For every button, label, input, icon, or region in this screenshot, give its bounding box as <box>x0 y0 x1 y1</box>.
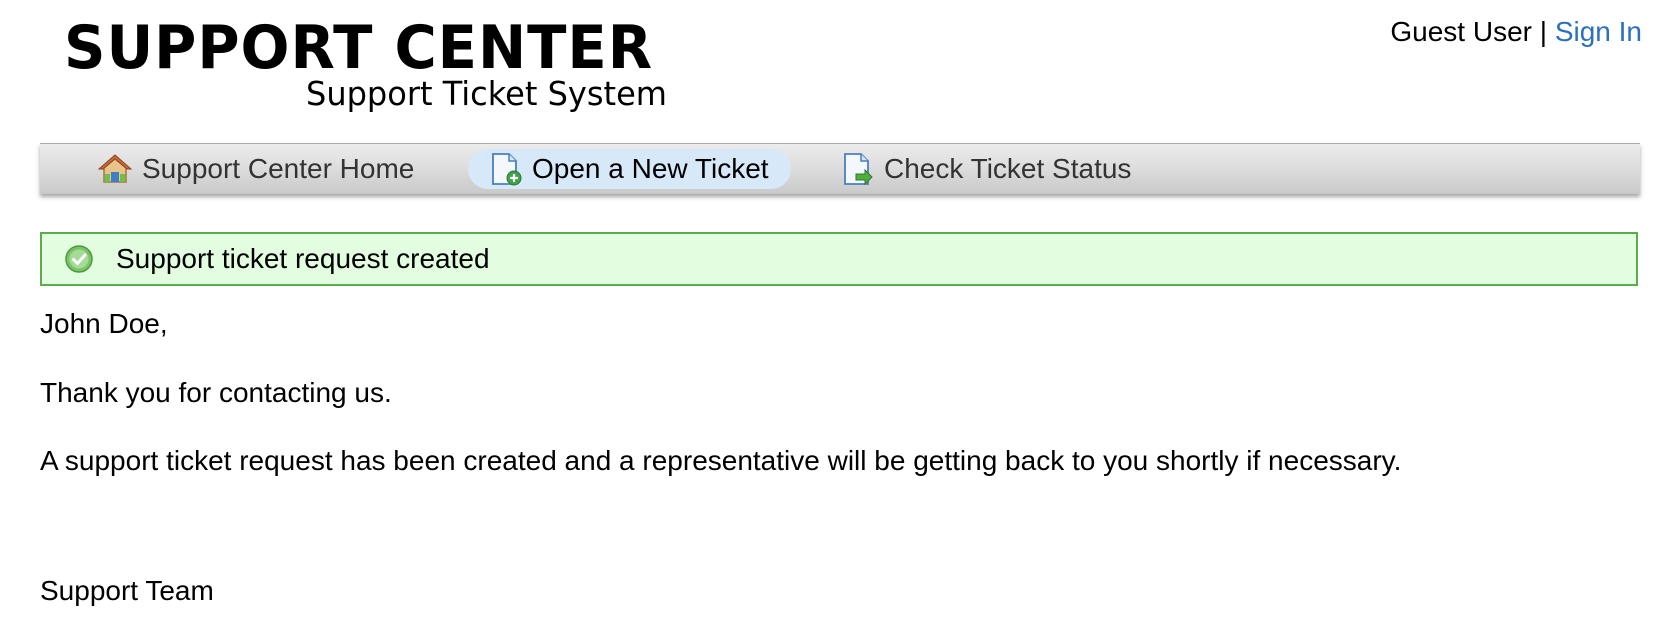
logo-subtitle: Support Ticket System <box>306 74 667 113</box>
thanks-text: Thank you for contacting us. <box>40 377 392 408</box>
user-name: Guest User <box>1390 16 1532 47</box>
separator: | <box>1539 16 1548 47</box>
nav-item-check-ticket-status[interactable]: Check Ticket Status <box>840 149 1131 189</box>
logo[interactable]: SUPPORT CENTER Support Ticket System <box>64 13 667 113</box>
greeting-text: John Doe, <box>40 308 168 339</box>
success-check-icon <box>65 245 93 273</box>
home-icon <box>98 154 132 183</box>
logo-title: SUPPORT CENTER <box>64 13 654 83</box>
nav-item-label: Open a New Ticket <box>532 153 769 184</box>
nav-bar: Support Center Home Open a New Ticket Ch… <box>40 143 1640 194</box>
success-notice: Support ticket request created <box>40 232 1638 286</box>
signature-text: Support Team <box>40 575 214 606</box>
nav-item-home[interactable]: Support Center Home <box>98 149 414 189</box>
sign-in-link[interactable]: Sign In <box>1555 16 1642 47</box>
notice-text: Support ticket request created <box>116 243 490 274</box>
new-ticket-icon <box>492 153 522 186</box>
nav-item-label: Support Center Home <box>142 153 415 184</box>
user-info: Guest User | Sign In <box>1390 14 1642 50</box>
body-text: A support ticket request has been create… <box>40 445 1402 476</box>
nav-item-label: Check Ticket Status <box>884 153 1132 184</box>
ticket-status-icon <box>844 153 873 186</box>
nav-item-open-new-ticket[interactable]: Open a New Ticket <box>468 149 791 189</box>
page: SUPPORT CENTER Support Ticket System Gue… <box>0 0 1678 640</box>
